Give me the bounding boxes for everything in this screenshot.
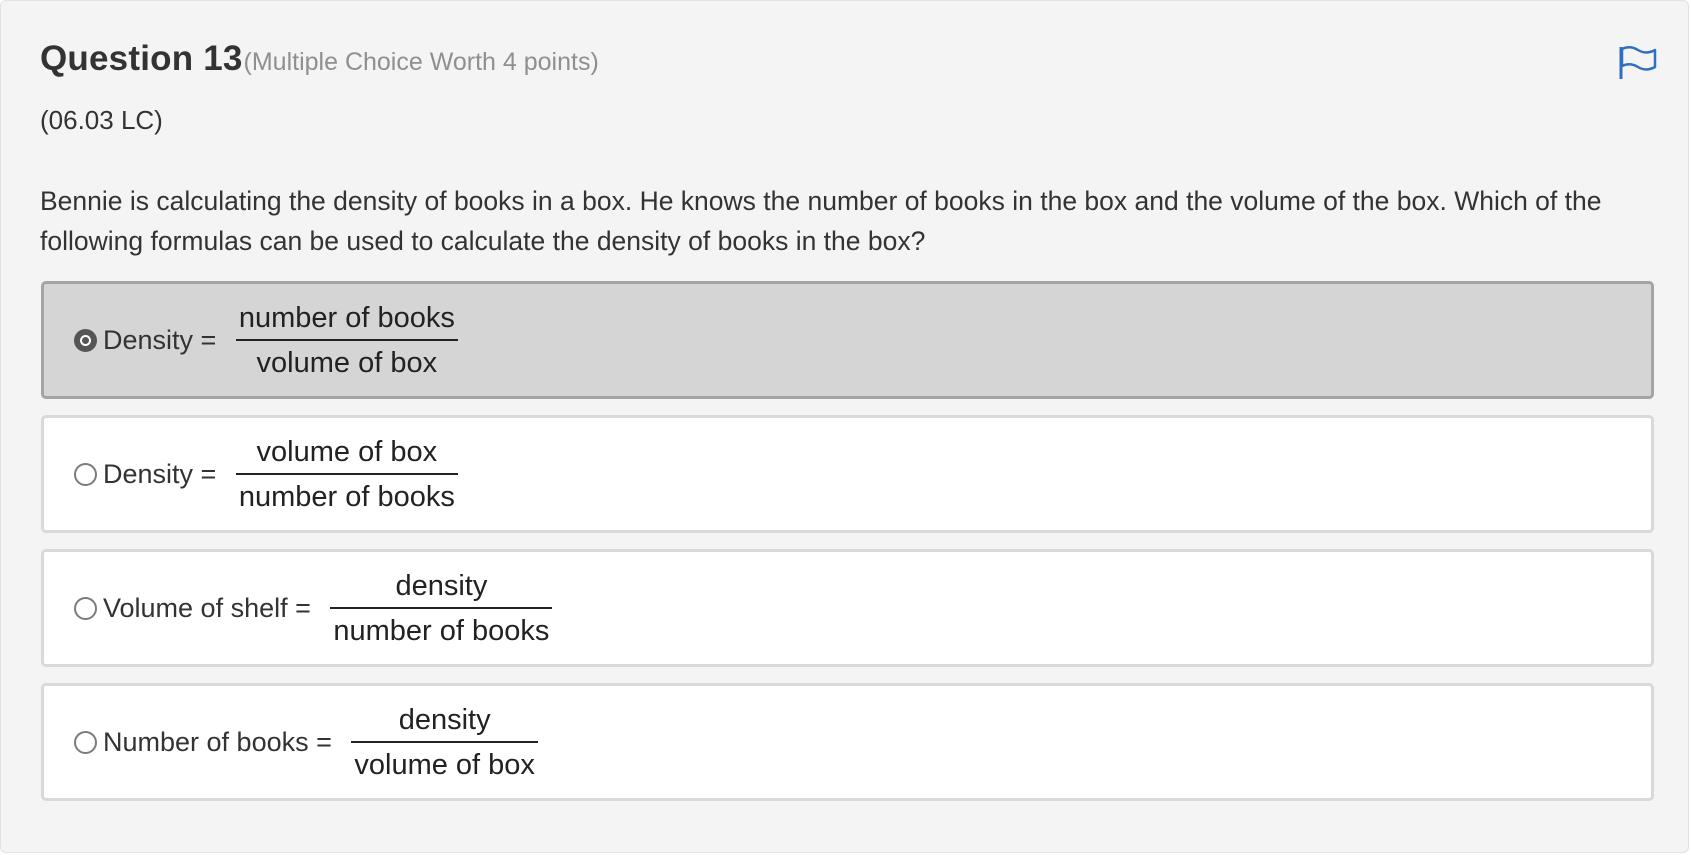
fraction-bar (351, 740, 538, 743)
fraction-denominator: volume of box (354, 748, 535, 781)
flag-icon-svg (1619, 46, 1657, 79)
question-title: Question 13 (40, 39, 243, 78)
radio-button[interactable] (74, 730, 97, 754)
formula-fraction: density volume of box (351, 701, 538, 784)
formula-fraction: density number of books (330, 567, 553, 650)
question-header: Question 13 (Multiple Choice Worth 4 poi… (40, 39, 599, 79)
fraction-numerator: number of books (238, 301, 455, 334)
fraction-numerator: density (395, 569, 488, 602)
fraction-denominator: volume of box (256, 346, 438, 379)
formula-fraction: volume of box number of books (235, 433, 458, 516)
fraction-bar (235, 338, 458, 341)
formula-fraction: number of books volume of box (235, 299, 458, 382)
option-label: Volume of shelf = (103, 592, 319, 623)
flag-icon[interactable] (1618, 45, 1658, 81)
radio-button[interactable] (74, 596, 97, 620)
option-label: Density = (103, 458, 224, 489)
question-code: (06.03 LC) (40, 105, 163, 135)
fraction-denominator: number of books (333, 614, 550, 647)
fraction-numerator: volume of box (256, 435, 438, 468)
fraction-numerator: density (398, 703, 491, 736)
question-text: Bennie is calculating the density of boo… (40, 186, 1602, 256)
answer-option-1[interactable]: Density = number of books volume of box (41, 281, 1654, 399)
radio-button-selected[interactable] (74, 328, 97, 352)
answer-option-3[interactable]: Volume of shelf = density number of book… (41, 549, 1654, 667)
fraction-denominator: number of books (238, 480, 455, 513)
answer-option-2[interactable]: Density = volume of box number of books (41, 415, 1654, 533)
radio-button[interactable] (74, 462, 97, 486)
option-label: Density = (103, 324, 224, 355)
answer-option-4[interactable]: Number of books = density volume of box (41, 683, 1654, 801)
fraction-bar (330, 606, 553, 609)
question-panel: Question 13 (Multiple Choice Worth 4 poi… (0, 0, 1689, 853)
fraction-bar (235, 472, 458, 475)
question-meta: (Multiple Choice Worth 4 points) (243, 48, 599, 76)
option-label: Number of books = (103, 726, 340, 757)
